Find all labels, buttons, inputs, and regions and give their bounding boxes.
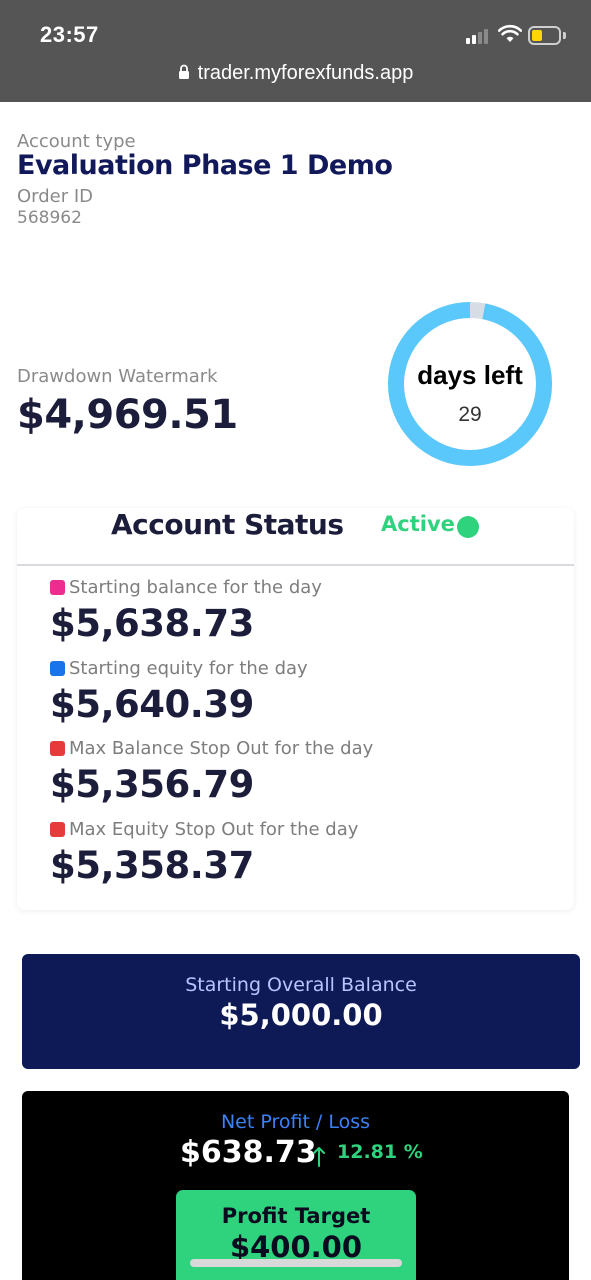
days-left-value: 29 — [458, 403, 482, 426]
battery-icon — [528, 26, 566, 46]
metric-max-balance-stop-out: Max Balance Stop Out for the day $5,356.… — [50, 737, 373, 806]
up-arrow-icon — [313, 1147, 325, 1167]
url-text: trader.myforexfunds.app — [197, 62, 414, 84]
metric-value: $5,358.37 — [50, 844, 254, 887]
account-type-value: Evaluation Phase 1 Demo — [17, 150, 393, 181]
metric-value: $5,640.39 — [50, 683, 254, 726]
status-bar: 23:57 trader.myforexfunds.app — [0, 0, 591, 102]
net-profit-label: Net Profit / Loss — [220, 1111, 371, 1133]
overall-balance-value: $5,000.00 — [219, 998, 383, 1032]
metric-value: $5,638.73 — [50, 602, 254, 645]
lock-icon — [178, 64, 189, 79]
metric-starting-equity: Starting equity for the day $5,640.39 — [50, 657, 308, 726]
home-indicator[interactable] — [190, 1259, 402, 1267]
profit-target-label: Profit Target — [221, 1204, 371, 1228]
wifi-icon — [498, 24, 522, 42]
order-id-label: Order ID — [17, 186, 94, 207]
drawdown-value: $4,969.51 — [17, 392, 238, 438]
red-square-icon — [50, 741, 65, 756]
status-badge: Active — [381, 512, 455, 536]
metric-label: Starting balance for the day — [69, 577, 322, 598]
net-profit-change: 12.81 % — [337, 1141, 423, 1163]
account-status-card: Account Status Active Starting balance f… — [17, 508, 574, 910]
order-id-value: 568962 — [17, 208, 82, 228]
drawdown-label: Drawdown Watermark — [17, 366, 218, 387]
status-time: 23:57 — [40, 22, 99, 47]
pink-square-icon — [50, 580, 65, 595]
metric-label: Max Balance Stop Out for the day — [69, 738, 374, 759]
starting-overall-balance-card: Starting Overall Balance $5,000.00 — [22, 954, 580, 1069]
net-profit-value: $638.73 — [180, 1135, 317, 1170]
red-square-icon — [50, 822, 65, 837]
account-type-label: Account type — [17, 131, 136, 152]
address-bar[interactable]: trader.myforexfunds.app — [0, 62, 591, 85]
divider — [17, 564, 574, 566]
days-left-label: days left — [417, 360, 523, 390]
account-status-title: Account Status — [111, 508, 344, 541]
blue-square-icon — [50, 661, 65, 676]
metric-label: Max Equity Stop Out for the day — [69, 819, 359, 840]
metric-label: Starting equity for the day — [69, 658, 308, 679]
metric-max-equity-stop-out: Max Equity Stop Out for the day $5,358.3… — [50, 818, 358, 887]
net-profit-card: Net Profit / Loss $638.73 12.81 % Profit… — [22, 1091, 569, 1280]
active-status-dot-icon — [457, 516, 479, 538]
metric-starting-balance: Starting balance for the day $5,638.73 — [50, 576, 322, 645]
overall-balance-label: Starting Overall Balance — [185, 974, 417, 996]
cellular-signal-icon — [466, 28, 492, 44]
metric-value: $5,356.79 — [50, 763, 254, 806]
